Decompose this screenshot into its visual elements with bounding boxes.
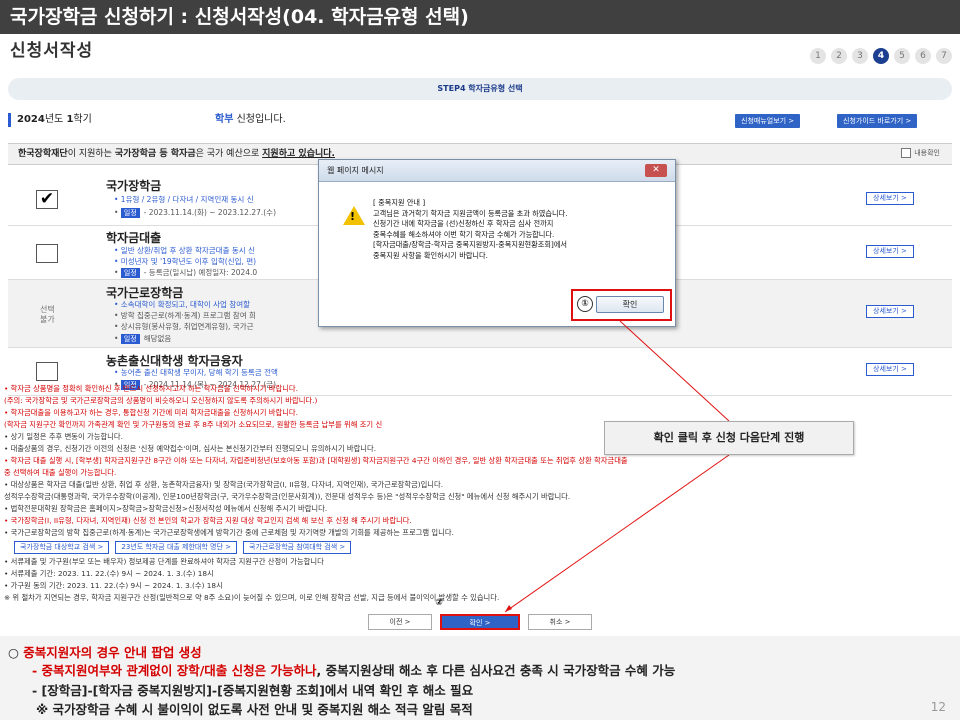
- item-schedule: • 일정 - 등록금(일시납) 예정일자: 2024.0: [114, 268, 258, 278]
- schedule-dates: - 2023.11.14.(화) ~ 2023.12.27.(수): [143, 208, 277, 217]
- notice-bold: 국가장학금 등 학자금: [114, 149, 196, 159]
- detail-button[interactable]: 상세보기 >: [866, 192, 914, 205]
- item-title: 학자금대출: [106, 231, 162, 245]
- detail-button[interactable]: 상세보기 >: [866, 245, 914, 258]
- step-2: 2: [831, 48, 847, 64]
- manual-button[interactable]: 신청매뉴얼보기 >: [735, 114, 801, 128]
- note-line: (주의: 국가장학금 및 국가근로장학금의 상품명이 비슷하오니 오신청하지 않…: [4, 396, 318, 405]
- note-line: • 학자금 상품명을 정확히 확인하신 후 반드시 신청하시고자 하는 학자금을…: [4, 384, 298, 393]
- item-schedule: • 일정 해당없음: [114, 334, 172, 344]
- detail-button[interactable]: 상세보기 >: [866, 363, 914, 376]
- unavailable-label: 선택 불가: [40, 305, 55, 324]
- schedule-tag: 일정: [120, 268, 140, 278]
- term-suffix: 학기: [73, 114, 92, 125]
- semester-label: 2024년도 1학기: [8, 113, 92, 127]
- step-marker-2: ②: [435, 598, 443, 608]
- summary-text: , 중복지원상태 해소 후 다른 심사요건 충족 시 국가장학금 수혜 가능: [316, 663, 676, 678]
- item-desc: • 농어촌 출신 대학생 무이자, 당해 학기 등록금 전액: [114, 368, 278, 377]
- item-desc: • 1유형 / 2유형 / 다자녀 / 지역인재 동시 신: [114, 195, 254, 204]
- link-buttons: 국가장학금 대상학교 검색 > 23년도 학자금 대출 제한대학 명단 > 국가…: [14, 541, 956, 554]
- checkbox-national-scholarship[interactable]: ✔: [36, 190, 58, 209]
- work-univ-search-button[interactable]: 국가근로장학금 참여대학 검색 >: [243, 541, 352, 554]
- checkbox-student-loan[interactable]: [36, 244, 58, 263]
- year-suffix: 년도: [44, 114, 67, 125]
- dialog-title: 웹 페이지 메시지: [319, 160, 675, 182]
- restricted-univ-button[interactable]: 23년도 학자금 대출 제한대학 명단 >: [115, 541, 238, 554]
- dept-name: 학부: [215, 114, 234, 125]
- guide-button[interactable]: 신청가이드 바로가기 >: [837, 114, 918, 128]
- confirm-checkbox[interactable]: 내용확인: [901, 148, 940, 158]
- step-5: 5: [894, 48, 910, 64]
- summary-line-4: ※ 국가장학금 수혜 시 불이익이 없도록 사전 안내 및 중복지원 해소 적극…: [36, 702, 473, 717]
- step-1: 1: [810, 48, 826, 64]
- confirm-checkbox-box[interactable]: [901, 148, 912, 158]
- notes-section: • 학자금 상품명을 정확히 확인하신 후 반드시 신청하시고자 하는 학자금을…: [4, 383, 956, 604]
- notice-mid1: 이 지원하는: [67, 149, 115, 159]
- note-line: 중 선택하여 대출 실행이 가능합니다.: [4, 468, 117, 477]
- note-line: • 국가근로장학금의 방학 집중근로(하계·동계)는 국가근로장학생에게 방학기…: [4, 528, 454, 537]
- notice-mid2: 은 국가 예산으로: [195, 149, 263, 159]
- page-number: 12: [930, 700, 946, 714]
- step-7: 7: [936, 48, 952, 64]
- note-line: 성적우수장학금(대통령과학, 국가우수장학(이공계), 인문100년장학금(구,…: [4, 492, 571, 501]
- dialog-message: [ 중복지원 안내 ] 고객님은 과거학기 학자금 지원금액이 등록금을 초과 …: [373, 198, 568, 260]
- item-desc: • 상시유형(봉사유형, 취업연계유형), 국가근: [114, 322, 254, 331]
- slide-title: 국가장학금 신청하기 : 신청서작성(04. 학자금유형 선택): [0, 0, 960, 34]
- confirm-checkbox-label: 내용확인: [914, 149, 940, 157]
- schedule-dates: - 등록금(일시납) 예정일자: 2024.0: [143, 268, 258, 277]
- note-line: • 학자금 대출 실행 시, [학부생] 학자금지원구간 8구간 이하 또는 다…: [4, 456, 628, 465]
- step-heading: STEP4 학자금유형 선택: [8, 78, 952, 100]
- dept-text: 신청입니다.: [233, 114, 286, 125]
- item-schedule: • 일정 - 2023.11.14.(화) ~ 2023.12.27.(수): [114, 208, 277, 218]
- dialog-ok-button[interactable]: 확인: [596, 296, 664, 313]
- detail-button[interactable]: 상세보기 >: [866, 305, 914, 318]
- item-desc: • 일반 상환/취업 후 상환 학자금대출 동시 신: [114, 246, 255, 255]
- step-indicator: 1 2 3 4 5 6 7: [810, 48, 952, 64]
- note-line: • 국가장학금(I, II유형, 다자녀, 지역인재) 신청 전 본인의 학교가…: [4, 516, 412, 525]
- note-line: • 서류제출 기간: 2023. 11. 22.(수) 9시 ~ 2024. 1…: [4, 569, 214, 578]
- prev-button[interactable]: 이전 >: [368, 614, 432, 630]
- next-button[interactable]: 확인 >: [440, 614, 520, 630]
- summary-line-3: - [장학금]-[학자금 중복지원방지]-[중복지원현황 조회]에서 내역 확인…: [32, 683, 474, 698]
- schedule-tag: 일정: [120, 208, 140, 218]
- checkbox-rural-loan[interactable]: [36, 362, 58, 381]
- step-marker-1: ①: [577, 296, 593, 312]
- bullet: ○: [8, 645, 24, 660]
- arrow-head-icon: [505, 605, 512, 612]
- notice-end: 지원하고 있습니다.: [262, 149, 335, 159]
- notice-org: 한국장학재단: [18, 149, 68, 159]
- note-line: ※ 위 절차가 지연되는 경우, 학자금 지원구간 산정(일반적으로 약 8주 …: [4, 593, 500, 602]
- note-line: • 가구원 동의 기간: 2023. 11. 22.(수) 9시 ~ 2024.…: [4, 581, 223, 590]
- warning-mark: !: [350, 210, 356, 223]
- check-mark-icon: ✔: [39, 189, 55, 209]
- dept-label: 학부 신청입니다.: [215, 113, 286, 127]
- step-6: 6: [915, 48, 931, 64]
- close-icon[interactable]: ✕: [645, 164, 667, 177]
- summary-heading: 중복지원자의 경우 안내 팝업 생성: [23, 645, 202, 660]
- summary-line-1: ○ 중복지원자의 경우 안내 팝업 생성: [8, 642, 202, 661]
- step-3: 3: [852, 48, 868, 64]
- item-desc: • 방학 집중근로(하계·동계) 프로그램 참여 희: [114, 311, 256, 320]
- school-search-button[interactable]: 국가장학금 대상학교 검색 >: [14, 541, 110, 554]
- page-title: 신청서작성: [10, 41, 94, 61]
- note-line: • 법학전문대학원 장학금은 홈페이지>장학금>장학금신청>신청서작성 메뉴에서…: [4, 504, 328, 513]
- summary-line-2: - 중복지원여부와 관계없이 장학/대출 신청은 가능하나, 중복지원상태 해소…: [32, 660, 675, 679]
- item-desc: • 미성년자 및 '19학년도 이후 입학(신입, 편): [114, 257, 257, 266]
- item-desc: • 소속대학이 확정되고, 대학이 사업 참여할: [114, 300, 251, 309]
- note-line: • 학자금대출을 이용하고자 하는 경우, 통합신청 기간에 미리 학자금대출을…: [4, 408, 298, 417]
- item-title: 국가장학금: [106, 179, 162, 193]
- note-line: • 서류제출 및 가구원(부모 또는 배우자) 정보제공 단계를 완료하셔야 학…: [4, 557, 324, 566]
- step-4-active: 4: [873, 48, 889, 64]
- callout-box: 확인 클릭 후 신청 다음단계 진행: [604, 421, 854, 455]
- cancel-button[interactable]: 취소 >: [528, 614, 592, 630]
- note-line: • 대상상품은 학자금 대출(일반 상환, 취업 후 상환, 농촌학자금융자) …: [4, 480, 444, 489]
- year: 2024: [17, 114, 45, 125]
- summary-text-red: - 중복지원여부와 관계없이 장학/대출 신청은 가능하나: [32, 663, 317, 678]
- summary-section: ○ 중복지원자의 경우 안내 팝업 생성 - 중복지원여부와 관계없이 장학/대…: [0, 636, 960, 720]
- schedule-dates: 해당없음: [143, 334, 172, 343]
- schedule-tag: 일정: [120, 334, 140, 344]
